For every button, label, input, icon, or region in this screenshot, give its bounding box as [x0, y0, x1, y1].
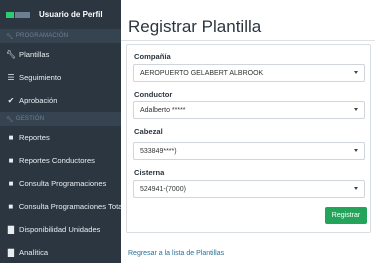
cabezal-select[interactable]: 533849****): [133, 142, 365, 160]
sidebar-item-disponibilidad-unidades[interactable]: ▇ Disponibilidad Unidades: [0, 218, 121, 241]
folder-icon: ■: [8, 156, 14, 165]
sidebar: Usuario de Perfil 🔧︎ PROGRAMACIÓN 🔧︎ Pla…: [0, 0, 121, 263]
conductor-select[interactable]: Adalberto *****: [133, 101, 365, 119]
bar-chart-icon: ▇: [7, 225, 15, 234]
compania-select[interactable]: AEROPUERTO GELABERT ALBROOK: [133, 64, 365, 82]
sidebar-item-label: Seguimiento: [19, 73, 62, 82]
wrench-icon: 🔧︎: [5, 50, 17, 59]
wrench-icon: 🔧︎: [6, 33, 14, 40]
folder-icon: ■: [8, 202, 14, 211]
section-header-gestion: 🔧︎ GESTIÓN: [0, 112, 121, 126]
registrar-button[interactable]: Registrar: [325, 207, 367, 224]
sidebar-item-seguimiento[interactable]: ☰ Seguimiento: [0, 66, 121, 89]
section-header-programacion: 🔧︎ PROGRAMACIÓN: [0, 29, 121, 43]
sidebar-item-label: Plantillas: [19, 50, 50, 59]
select-value: 524941-(7000): [140, 185, 186, 193]
section-label: GESTIÓN: [15, 116, 45, 122]
section-label: PROGRAMACIÓN: [15, 33, 69, 39]
sidebar-item-label: Consulta Programaciones: [19, 179, 107, 188]
chevron-down-icon: [354, 187, 358, 190]
check-icon: ✔: [7, 96, 15, 105]
list-icon: ☰: [7, 73, 15, 82]
chevron-down-icon: [354, 149, 358, 152]
sidebar-item-analitica[interactable]: ▇ Analítica: [0, 241, 121, 263]
field-label-cabezal: Cabezal: [134, 127, 163, 136]
page-title: Registrar Plantilla: [128, 17, 262, 36]
chevron-down-icon: [354, 108, 358, 111]
sidebar-item-consulta-programaciones[interactable]: ■ Consulta Programaciones: [0, 172, 121, 195]
sidebar-header: Usuario de Perfil: [0, 0, 121, 29]
sidebar-item-reportes[interactable]: ■ Reportes: [0, 126, 121, 149]
sidebar-item-aprobacion[interactable]: ✔ Aprobación: [0, 89, 121, 112]
brand-logo[interactable]: [6, 10, 30, 20]
folder-icon: ■: [8, 133, 14, 142]
bar-chart-icon: ▇: [7, 248, 15, 257]
main-content: Registrar Plantilla Compañía AEROPUERTO …: [121, 0, 375, 263]
sidebar-item-consulta-programaciones-total[interactable]: ■ Consulta Programaciones Total: [0, 195, 121, 218]
sidebar-item-label: Reportes Conductores: [19, 156, 95, 165]
sidebar-item-label: Disponibilidad Unidades: [19, 225, 101, 234]
form-card: Compañía AEROPUERTO GELABERT ALBROOK Con…: [126, 44, 371, 233]
chevron-down-icon: [354, 71, 358, 74]
wrench-icon: 🔧︎: [6, 116, 14, 123]
field-label-conductor: Conductor: [134, 90, 173, 99]
cisterna-select[interactable]: 524941-(7000): [133, 180, 365, 198]
field-label-compania: Compañía: [134, 52, 171, 61]
back-to-list-link[interactable]: Regresar a la lista de Plantillas: [128, 250, 224, 257]
select-value: Adalberto *****: [140, 106, 186, 114]
sidebar-item-plantillas[interactable]: 🔧︎ Plantillas: [0, 43, 121, 66]
field-label-cisterna: Cisterna: [134, 168, 165, 177]
sidebar-item-label: Analítica: [19, 248, 49, 257]
sidebar-item-label: Aprobación: [19, 96, 58, 105]
select-value: 533849****): [140, 147, 177, 155]
sidebar-item-label: Reportes: [19, 133, 50, 142]
sidebar-item-reportes-conductores[interactable]: ■ Reportes Conductores: [0, 149, 121, 172]
select-value: AEROPUERTO GELABERT ALBROOK: [140, 69, 264, 77]
title-divider: [121, 40, 375, 41]
folder-icon: ■: [8, 179, 14, 188]
sidebar-item-label: Consulta Programaciones Total: [18, 202, 121, 211]
user-name[interactable]: Usuario de Perfil: [39, 10, 103, 19]
